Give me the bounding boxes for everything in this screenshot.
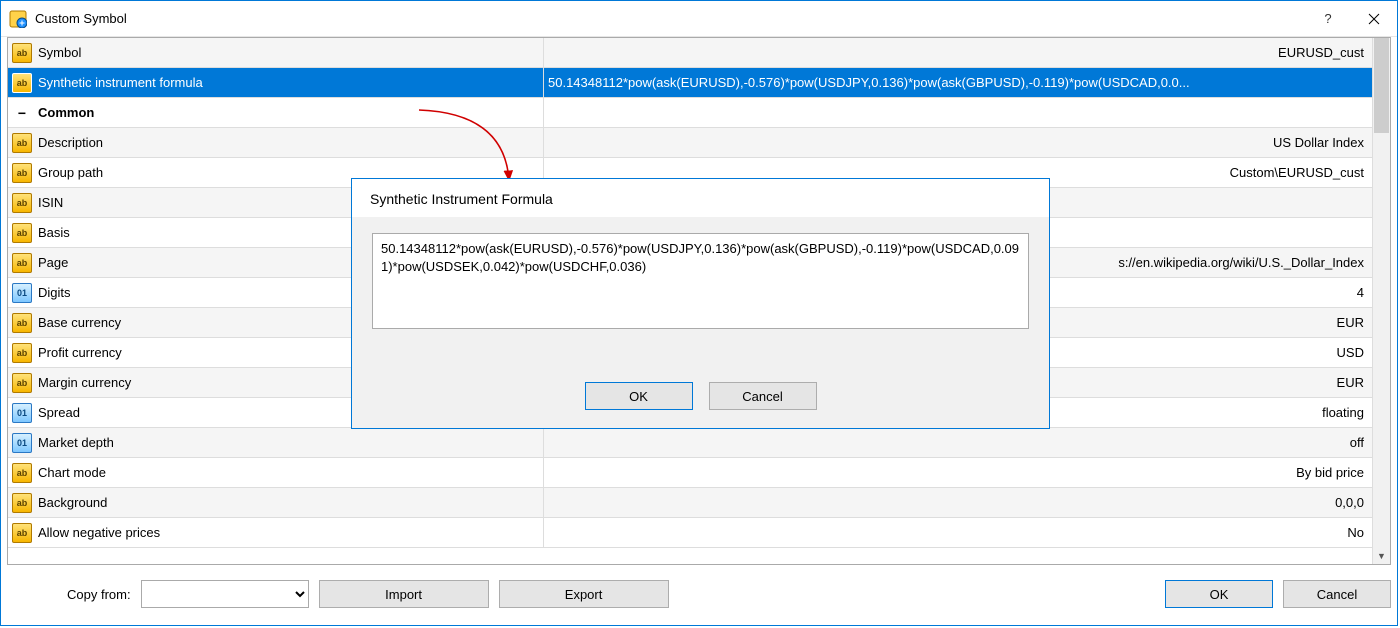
app-icon <box>9 10 27 28</box>
custom-symbol-window: Custom Symbol ? ab Symbol EURUSD_cust ab S… <box>0 0 1398 626</box>
value: US Dollar Index <box>1273 135 1364 150</box>
footer-bar: Copy from: Import Export OK Cancel <box>7 575 1391 613</box>
dialog-cancel-button[interactable]: Cancel <box>709 382 817 410</box>
value: 4 <box>1357 285 1364 300</box>
text-field-icon: ab <box>12 373 32 393</box>
window-title: Custom Symbol <box>35 11 127 26</box>
value: EUR <box>1337 315 1364 330</box>
label: Profit currency <box>38 345 122 360</box>
copy-from-select[interactable] <box>141 580 309 608</box>
label: Market depth <box>38 435 114 450</box>
label: Chart mode <box>38 465 106 480</box>
titlebar: Custom Symbol ? <box>1 1 1397 37</box>
value: off <box>1350 435 1364 450</box>
number-field-icon: 01 <box>12 403 32 423</box>
label: Basis <box>38 225 70 240</box>
text-field-icon: ab <box>12 463 32 483</box>
label: Spread <box>38 405 80 420</box>
cancel-button[interactable]: Cancel <box>1283 580 1391 608</box>
number-field-icon: 01 <box>12 283 32 303</box>
row-category-common[interactable]: −Common <box>8 98 1372 128</box>
label: Base currency <box>38 315 121 330</box>
value: EUR <box>1337 375 1364 390</box>
label: Margin currency <box>38 375 131 390</box>
close-button[interactable] <box>1351 1 1397 36</box>
text-field-icon: ab <box>12 73 32 93</box>
label: Group path <box>38 165 103 180</box>
text-field-icon: ab <box>12 223 32 243</box>
row-chart-mode[interactable]: ab Chart mode By bid price <box>8 458 1372 488</box>
row-symbol[interactable]: ab Symbol EURUSD_cust <box>8 38 1372 68</box>
text-field-icon: ab <box>12 163 32 183</box>
value: EURUSD_cust <box>1278 45 1364 60</box>
text-field-icon: ab <box>12 193 32 213</box>
text-field-icon: ab <box>12 133 32 153</box>
value: Custom\EURUSD_cust <box>1230 165 1364 180</box>
label: Symbol <box>38 45 81 60</box>
row-allow-negative[interactable]: ab Allow negative prices No <box>8 518 1372 548</box>
text-field-icon: ab <box>12 523 32 543</box>
row-description[interactable]: ab Description US Dollar Index <box>8 128 1372 158</box>
ok-button[interactable]: OK <box>1165 580 1273 608</box>
label: Description <box>38 135 103 150</box>
scroll-thumb[interactable] <box>1374 38 1389 133</box>
value: s://en.wikipedia.org/wiki/U.S._Dollar_In… <box>1118 255 1364 270</box>
label: Synthetic instrument formula <box>38 75 203 90</box>
export-button[interactable]: Export <box>499 580 669 608</box>
formula-textarea[interactable] <box>372 233 1029 329</box>
value: USD <box>1337 345 1364 360</box>
label: Digits <box>38 285 71 300</box>
vertical-scrollbar[interactable]: ▲ ▼ <box>1372 38 1390 564</box>
label: Allow negative prices <box>38 525 160 540</box>
copy-from-label: Copy from: <box>67 587 131 602</box>
label: Common <box>38 105 94 120</box>
help-button[interactable]: ? <box>1305 1 1351 36</box>
value: 0,0,0 <box>1335 495 1364 510</box>
dialog-ok-button[interactable]: OK <box>585 382 693 410</box>
dialog-title: Synthetic Instrument Formula <box>352 179 1049 217</box>
text-field-icon: ab <box>12 253 32 273</box>
text-field-icon: ab <box>12 313 32 333</box>
scroll-down-icon[interactable]: ▼ <box>1373 547 1390 564</box>
value: By bid price <box>1296 465 1364 480</box>
value: No <box>1347 525 1364 540</box>
row-background[interactable]: ab Background 0,0,0 <box>8 488 1372 518</box>
import-button[interactable]: Import <box>319 580 489 608</box>
value: 50.14348112*pow(ask(EURUSD),-0.576)*pow(… <box>548 75 1190 90</box>
text-field-icon: ab <box>12 43 32 63</box>
label: ISIN <box>38 195 63 210</box>
value: floating <box>1322 405 1364 420</box>
row-synthetic-formula[interactable]: ab Synthetic instrument formula 50.143481… <box>8 68 1372 98</box>
collapse-icon[interactable]: − <box>12 103 32 123</box>
label: Page <box>38 255 68 270</box>
formula-dialog: Synthetic Instrument Formula OK Cancel <box>351 178 1050 429</box>
text-field-icon: ab <box>12 343 32 363</box>
text-field-icon: ab <box>12 493 32 513</box>
label: Background <box>38 495 107 510</box>
row-market-depth[interactable]: 01 Market depth off <box>8 428 1372 458</box>
number-field-icon: 01 <box>12 433 32 453</box>
